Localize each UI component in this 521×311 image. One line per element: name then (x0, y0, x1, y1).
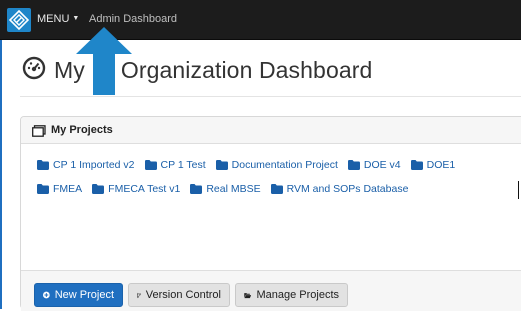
caret-down-icon: ▼ (72, 15, 80, 22)
project-link[interactable]: DOE1 (410, 158, 456, 171)
text-cursor (518, 181, 519, 199)
menu-label: MENU (37, 13, 70, 25)
project-link[interactable]: RVM and SOPs Database (270, 182, 409, 195)
project-name: DOE1 (426, 158, 456, 171)
diamond-logo-icon[interactable] (7, 8, 31, 32)
panel-title: My Projects (51, 124, 113, 136)
version-control-label: Version Control (145, 289, 221, 301)
project-link[interactable]: FMECA Test v1 (92, 183, 180, 195)
folder-icon (144, 159, 157, 170)
project-name: Documentation Project (231, 158, 338, 171)
project-name: DOE v4 (363, 158, 401, 171)
folder-icon (190, 183, 203, 194)
project-link[interactable]: Real MBSE (190, 182, 261, 195)
project-name: FMEA (53, 182, 83, 195)
window-icon (32, 124, 46, 142)
manage-projects-button[interactable]: Manage Projects (235, 283, 348, 307)
project-link[interactable]: Documentation Project (215, 158, 338, 171)
project-name: CP 1 Test (160, 158, 206, 171)
menu-dropdown-button[interactable]: MENU ▼ (37, 13, 79, 25)
project-name: CP 1 Imported v2 (53, 158, 135, 171)
page-title: My Organization Dashboard (22, 54, 372, 86)
manage-projects-label: Manage Projects (256, 289, 339, 301)
folder-icon (37, 159, 49, 170)
folder-icon (92, 183, 105, 194)
project-name: FMECA Test v1 (108, 182, 181, 195)
folder-open-icon (244, 292, 252, 298)
panel-header: My Projects (21, 117, 521, 144)
folder-icon (410, 159, 423, 170)
admin-dashboard-link[interactable]: Admin Dashboard (89, 13, 177, 25)
folder-icon (347, 159, 360, 170)
my-projects-panel: My Projects CP 1 Imported v2 CP 1 Test D… (20, 116, 521, 311)
project-row: CP 1 Imported v2 CP 1 Test Documentation… (37, 156, 517, 173)
page-title-suffix: Organization Dashboard (120, 56, 373, 83)
panel-footer: New Project Version Control Manage Proje… (21, 270, 521, 311)
code-branch-icon (137, 292, 141, 298)
new-project-label: New Project (54, 289, 114, 301)
plus-circle-icon (43, 291, 50, 299)
project-link[interactable]: FMEA (37, 183, 82, 195)
folder-icon (270, 183, 283, 194)
project-name: Real MBSE (206, 182, 261, 195)
dashboard-gauge-icon (22, 56, 46, 85)
arrow-up-icon (76, 27, 132, 100)
project-link[interactable]: DOE v4 (347, 158, 401, 171)
project-list: CP 1 Imported v2 CP 1 Test Documentation… (37, 156, 517, 204)
project-link[interactable]: CP 1 Imported v2 (37, 159, 135, 171)
project-link[interactable]: CP 1 Test (144, 158, 206, 171)
version-control-button[interactable]: Version Control (128, 283, 230, 307)
new-project-button[interactable]: New Project (34, 283, 123, 307)
project-name: RVM and SOPs Database (286, 182, 409, 195)
project-row: FMEA FMECA Test v1 Real MBSE RVM and SOP… (37, 180, 517, 197)
folder-icon (37, 183, 49, 194)
folder-icon (215, 159, 228, 170)
left-edge-accent (0, 40, 2, 309)
